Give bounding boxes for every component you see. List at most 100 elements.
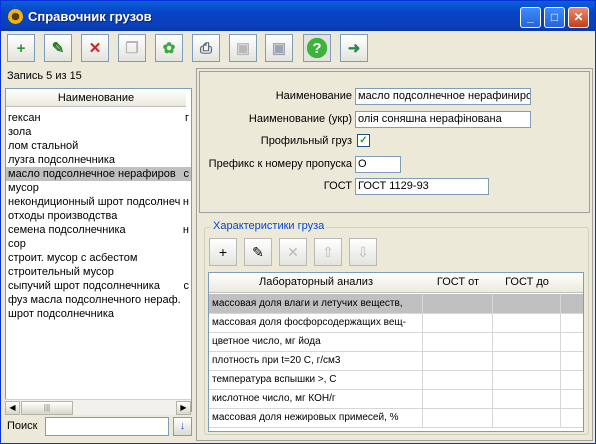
cell-analysis[interactable]: массовая доля фосфорсодержащих вещ- [209,313,423,332]
table-row[interactable]: температура вспышки >, С [209,370,583,390]
list-item-name: лом стальной [8,140,79,152]
save-as-icon[interactable]: ▣ [265,34,293,62]
print-icon[interactable]: ⎙ [192,34,220,62]
list-item-name: строит. мусор с асбестом [8,252,138,264]
close-button[interactable]: ✕ [568,7,589,28]
cell-from[interactable] [423,294,493,313]
table-row[interactable]: кислотное число, мг КОН/г [209,389,583,409]
cell-from[interactable] [423,313,493,332]
cell-analysis[interactable]: массовая доля влаги и летучих веществ, [209,294,423,313]
search-label: Поиск [7,420,38,432]
table-row[interactable]: массовая доля влаги и летучих веществ, [209,294,583,314]
cell-analysis[interactable]: кислотное число, мг КОН/г [209,389,423,408]
list-item[interactable]: сор [6,237,191,251]
list-item[interactable]: фуз масла подсолнечного нераф. [6,293,191,307]
list-item[interactable]: лом стальной [6,139,191,153]
col-gost-to-header[interactable]: ГОСТ до [493,276,561,288]
help-icon[interactable]: ? [303,34,331,62]
list-item-name: гексан [8,112,41,124]
list-item[interactable]: некондиционный шрот подсолнеч н [6,195,191,209]
characteristics-group: Характеристики груза + ✎ ✕ ⇧ ⇩ Лабораторный … [204,220,589,435]
list-item-extra: н [182,224,189,236]
maximize-button[interactable]: □ [544,7,565,28]
sunflower-icon [8,9,23,24]
table-row[interactable]: массовая доля фосфорсодержащих вещ- [209,313,583,333]
list-header-name[interactable]: Наименование [6,89,186,107]
table-row[interactable]: массовая доля нежировых примесей, % [209,408,583,428]
list-item-extra: г [184,112,189,124]
scroll-thumb[interactable]: ||| [21,401,73,415]
search-down-arrow-icon[interactable]: ↓ [173,417,192,436]
delete-row-icon[interactable]: ✕ [279,238,307,266]
settings-icon[interactable]: ✿ [155,34,183,62]
cell-to[interactable] [493,332,561,351]
list-item[interactable]: мусор [6,181,191,195]
delete-icon[interactable]: ✕ [81,34,109,62]
cargo-form: Наименование масло подсолнечное нерафини… [199,71,590,213]
cell-from[interactable] [423,351,493,370]
cell-from[interactable] [423,332,493,351]
cell-to[interactable] [493,389,561,408]
col-gost-from-header[interactable]: ГОСТ от [423,276,493,288]
list-item[interactable]: зола [6,125,191,139]
cell-analysis[interactable]: массовая доля нежировых примесей, % [209,408,423,427]
search-input[interactable] [45,417,169,436]
cell-analysis[interactable]: цветное число, мг йода [209,332,423,351]
save-icon[interactable]: ▣ [229,34,257,62]
grid-header: Лабораторный анализ ГОСТ от ГОСТ до [209,273,583,293]
edit-icon[interactable]: ✎ [44,34,72,62]
gost-field[interactable]: ГОСТ 1129-93 [355,178,489,195]
cell-analysis[interactable]: плотность при t=20 С, г/см3 [209,351,423,370]
name-ukr-field[interactable]: олія соняшна нерафінована [355,111,531,128]
list-item[interactable]: шрот подсолнечника [6,307,191,321]
exit-icon[interactable]: ➜ [340,34,368,62]
profile-checkbox[interactable]: ✓ [357,134,370,147]
cell-to[interactable] [493,370,561,389]
list-item[interactable]: масло подсолнечное нерафиров с [6,167,191,181]
name-ukr-label: Наименование (укр) [248,113,352,125]
cell-from[interactable] [423,370,493,389]
cell-from[interactable] [423,408,493,427]
list-item-name: некондиционный шрот подсолнеч [8,196,181,208]
list-item[interactable]: сыпучий шрот подсолнечника с [6,279,191,293]
list-item-name: строительный мусор [8,266,114,278]
analysis-grid[interactable]: Лабораторный анализ ГОСТ от ГОСТ до масс… [208,272,584,432]
cell-to[interactable] [493,351,561,370]
list-item[interactable]: гексан г [6,111,191,125]
copy-icon[interactable]: ❐ [118,34,146,62]
list-item[interactable]: семена подсолнечника н [6,223,191,237]
cargo-list[interactable]: Наименование гексан г зола лом стальной лузг… [5,88,192,412]
list-item-name: сор [8,238,26,250]
list-item-extra: с [183,168,190,180]
list-item-name: сыпучий шрот подсолнечника [8,280,160,292]
list-item[interactable]: лузга подсолнечника [6,153,191,167]
cell-from[interactable] [423,389,493,408]
move-down-icon[interactable]: ⇩ [349,238,377,266]
cell-analysis[interactable]: температура вспышки >, С [209,370,423,389]
table-row[interactable]: плотность при t=20 С, г/см3 [209,351,583,371]
table-row[interactable]: цветное число, мг йода [209,332,583,352]
characteristics-title: Характеристики груза [211,220,327,232]
cargo-detail-panel: Наименование масло подсолнечное нерафини… [196,68,593,441]
cell-to[interactable] [493,408,561,427]
list-item-name: зола [8,126,32,138]
move-up-icon[interactable]: ⇧ [314,238,342,266]
name-field[interactable]: масло подсолнечное нерафиниров [355,88,531,105]
list-horizontal-scrollbar[interactable]: ◀ ||| ▶ [5,399,191,415]
prefix-field[interactable]: О [355,156,401,173]
prefix-label: Префикс к номеру пропуска [208,158,352,170]
cell-to[interactable] [493,313,561,332]
add-icon[interactable]: + [7,34,35,62]
scroll-left-arrow-icon[interactable]: ◀ [5,401,20,415]
title-bar[interactable]: Справочник грузов _ □ ✕ [1,1,595,31]
col-analysis-header[interactable]: Лабораторный анализ [209,276,423,288]
cell-to[interactable] [493,294,561,313]
edit-row-icon[interactable]: ✎ [244,238,272,266]
list-item[interactable]: строит. мусор с асбестом [6,251,191,265]
list-item-name: фуз масла подсолнечного нераф. [8,294,181,306]
list-item[interactable]: строительный мусор [6,265,191,279]
minimize-button[interactable]: _ [520,7,541,28]
list-item[interactable]: отходы производства [6,209,191,223]
add-row-icon[interactable]: + [209,238,237,266]
scroll-right-arrow-icon[interactable]: ▶ [176,401,191,415]
